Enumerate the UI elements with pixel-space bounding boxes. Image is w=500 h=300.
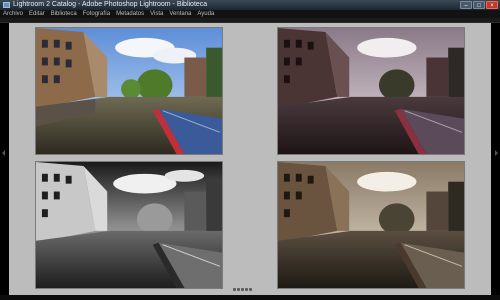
photo-canal-warm-tone[interactable] — [277, 27, 465, 155]
grip-dot-icon — [249, 288, 252, 291]
menu-metadatos[interactable]: Metadatos — [116, 10, 144, 18]
menu-editar[interactable]: Editar — [29, 10, 45, 18]
maximize-button[interactable]: □ — [473, 1, 485, 9]
photo-canal-split-tone[interactable] — [277, 161, 465, 289]
photo-canal-black-white[interactable] — [35, 161, 223, 289]
right-panel-toggle-icon[interactable] — [495, 150, 498, 156]
menu-vista[interactable]: Vista — [150, 10, 163, 18]
photo-image — [278, 162, 464, 288]
minimize-button[interactable]: – — [460, 1, 472, 9]
photo-image — [36, 162, 222, 288]
filmstrip-toggle-handle[interactable] — [233, 288, 252, 291]
close-button[interactable]: × — [486, 1, 498, 9]
window-titlebar: Lightroom 2 Catalog - Adobe Photoshop Li… — [0, 0, 500, 10]
menu-ventana[interactable]: Ventana — [169, 10, 191, 18]
menu-archivo[interactable]: Archivo — [3, 10, 23, 18]
grip-dot-icon — [237, 288, 240, 291]
window-controls: – □ × — [460, 1, 498, 9]
left-panel-toggle-icon[interactable] — [2, 150, 5, 156]
menu-bar: Archivo Editar Biblioteca Fotografía Met… — [0, 10, 500, 18]
menu-fotografia[interactable]: Fotografía — [83, 10, 110, 18]
lightroom-app-icon — [3, 2, 10, 8]
grip-dot-icon — [233, 288, 236, 291]
photo-image — [36, 28, 222, 154]
grip-dot-icon — [241, 288, 244, 291]
photo-canal-color[interactable] — [35, 27, 223, 155]
menu-ayuda[interactable]: Ayuda — [197, 10, 214, 18]
grip-dot-icon — [245, 288, 248, 291]
photo-image — [278, 28, 464, 154]
survey-view-area — [9, 23, 491, 295]
window-title: Lightroom 2 Catalog - Adobe Photoshop Li… — [13, 1, 208, 8]
filmstrip-collapsed[interactable] — [0, 295, 500, 300]
menu-biblioteca[interactable]: Biblioteca — [51, 10, 77, 18]
